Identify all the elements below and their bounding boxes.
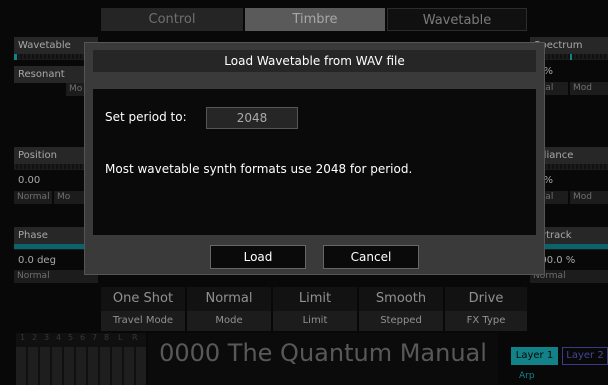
load-wavetable-dialog: Load Wavetable from WAV file Set period …: [84, 42, 545, 275]
period-message: Most wavetable synth formats use 2048 fo…: [105, 162, 413, 176]
period-label: Set period to:: [105, 110, 187, 124]
period-input[interactable]: 2048: [206, 107, 298, 129]
load-button[interactable]: Load: [210, 245, 306, 269]
dialog-title: Load Wavetable from WAV file: [93, 50, 536, 72]
dialog-body: Set period to: 2048 Most wavetable synth…: [93, 89, 536, 235]
cancel-button[interactable]: Cancel: [323, 245, 419, 269]
